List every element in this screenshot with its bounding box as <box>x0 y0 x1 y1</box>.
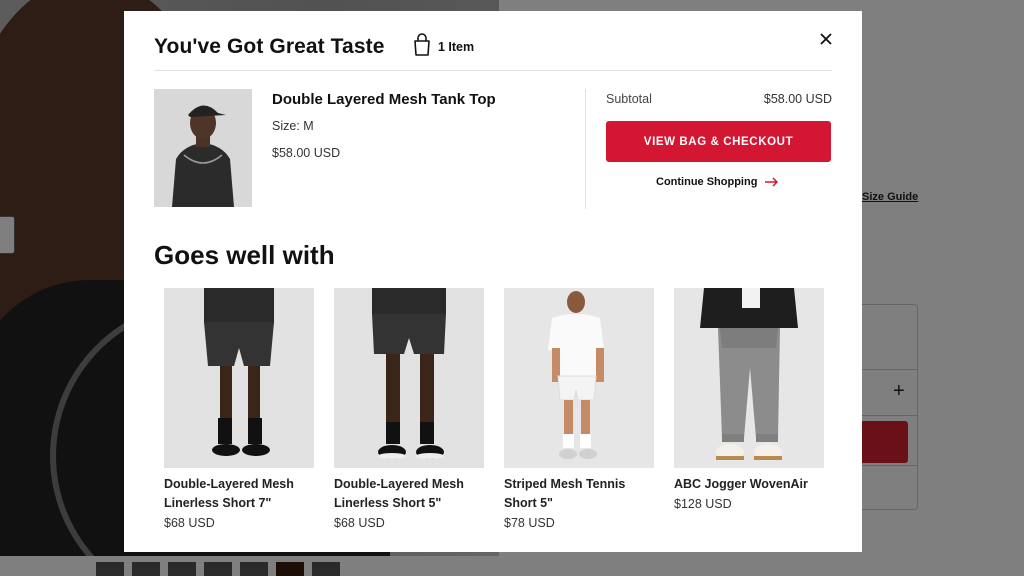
cart-item-size: Size: M <box>272 119 314 133</box>
recommendation-card[interactable]: Double-Layered Mesh Linerless Short 5" $… <box>334 288 484 530</box>
shopping-bag-icon <box>414 33 430 56</box>
subtotal-label: Subtotal <box>606 92 652 106</box>
cart-item-name[interactable]: Double Layered Mesh Tank Top <box>272 91 496 108</box>
added-to-bag-modal: You've Got Great Taste 1 Item Double Lay… <box>124 11 862 552</box>
recommendation-image[interactable] <box>504 288 654 468</box>
header-divider <box>154 70 832 71</box>
close-icon <box>820 33 832 45</box>
recommendation-price: $68 USD <box>164 516 215 530</box>
continue-shopping-link[interactable]: Continue Shopping <box>656 176 779 188</box>
recommendation-image[interactable] <box>334 288 484 468</box>
cart-item-image[interactable] <box>154 89 252 207</box>
subtotal-value: $58.00 USD <box>763 92 832 106</box>
recommendation-name[interactable]: Striped Mesh Tennis Short 5" <box>504 475 654 513</box>
modal-title: You've Got Great Taste <box>154 35 385 58</box>
vertical-divider <box>585 89 586 209</box>
recommendation-name[interactable]: Double-Layered Mesh Linerless Short 7" <box>164 475 314 513</box>
goes-well-with-title: Goes well with <box>154 240 335 270</box>
item-count: 1 Item <box>438 40 475 54</box>
recommendation-card[interactable]: ABC Jogger WovenAir $128 USD <box>674 288 824 530</box>
recommendations-list: Double-Layered Mesh Linerless Short 7" $… <box>164 288 824 530</box>
recommendation-image[interactable] <box>164 288 314 468</box>
recommendation-price: $78 USD <box>504 516 555 530</box>
recommendation-price: $68 USD <box>334 516 385 530</box>
recommendation-card[interactable]: Striped Mesh Tennis Short 5" $78 USD <box>504 288 654 530</box>
view-bag-checkout-button[interactable]: VIEW BAG & CHECKOUT <box>606 121 831 162</box>
recommendation-card[interactable]: Double-Layered Mesh Linerless Short 7" $… <box>164 288 314 530</box>
recommendation-name[interactable]: Double-Layered Mesh Linerless Short 5" <box>334 475 484 513</box>
recommendation-image[interactable] <box>674 288 824 468</box>
close-button[interactable] <box>816 29 836 49</box>
cart-item-price: $58.00 USD <box>272 146 341 160</box>
continue-shopping-label: Continue Shopping <box>656 176 758 188</box>
arrow-right-icon <box>765 177 779 187</box>
recommendation-name[interactable]: ABC Jogger WovenAir <box>674 475 824 494</box>
recommendation-price: $128 USD <box>674 497 732 511</box>
